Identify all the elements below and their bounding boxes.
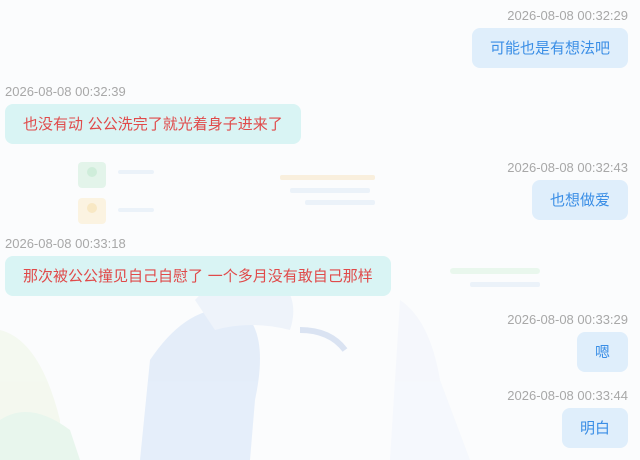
message-bubble[interactable]: 可能也是有想法吧 [471, 28, 628, 68]
message-timestamp: 2026-08-08 00:33:18 [5, 236, 126, 251]
message-outgoing: 2026-08-08 00:32:43 也想做爱 [0, 156, 640, 228]
message-timestamp: 2026-08-08 00:32:43 [507, 160, 628, 175]
message-bubble[interactable]: 明白 [561, 408, 628, 448]
chat-message-list[interactable]: 2026-08-08 00:32:29 可能也是有想法吧 2026-08-08 … [0, 0, 640, 460]
message-bubble[interactable]: 也想做爱 [531, 180, 628, 220]
message-bubble[interactable]: 也没有动 公公洗完了就光着身子进来了 [5, 104, 301, 144]
message-outgoing: 2026-08-08 00:33:44 明白 [0, 384, 640, 456]
message-timestamp: 2026-08-08 00:33:29 [507, 312, 628, 327]
message-outgoing: 2026-08-08 00:32:29 可能也是有想法吧 [0, 0, 640, 72]
message-incoming: 2026-08-08 00:32:39 也没有动 公公洗完了就光着身子进来了 [0, 80, 640, 152]
message-outgoing: 2026-08-08 00:33:29 嗯 [0, 308, 640, 380]
message-timestamp: 2026-08-08 00:33:44 [507, 388, 628, 403]
message-timestamp: 2026-08-08 00:32:29 [507, 8, 628, 23]
message-bubble[interactable]: 嗯 [576, 332, 628, 372]
message-bubble[interactable]: 那次被公公撞见自己自慰了 一个多月没有敢自己那样 [5, 256, 391, 296]
message-timestamp: 2026-08-08 00:32:39 [5, 84, 126, 99]
message-incoming: 2026-08-08 00:33:18 那次被公公撞见自己自慰了 一个多月没有敢… [0, 232, 640, 304]
